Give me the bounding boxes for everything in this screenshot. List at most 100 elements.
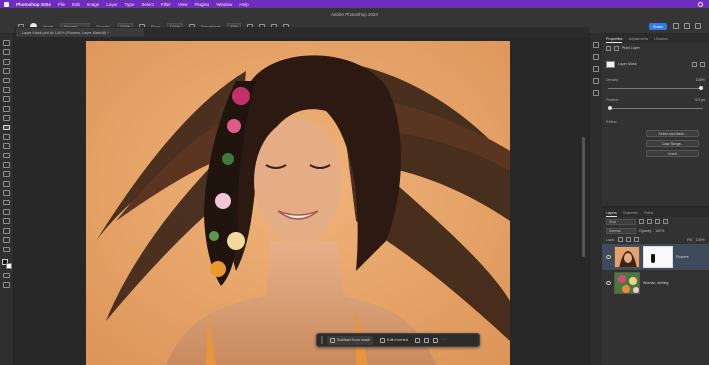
pixel-layer-icon[interactable]	[606, 45, 611, 51]
density-knob[interactable]	[699, 86, 703, 90]
select-and-mask-button[interactable]: Select and Mask...	[646, 130, 699, 137]
lock-label: Lock:	[606, 237, 615, 242]
color-range-button[interactable]: Color Range...	[646, 140, 699, 147]
menu-type[interactable]: Type	[125, 2, 135, 7]
subtract-from-mask-button[interactable]: Subtract from mask	[327, 335, 373, 345]
brush-icon	[379, 337, 385, 343]
zoom-tool-icon[interactable]	[3, 237, 10, 243]
clone-stamp-tool-icon[interactable]	[3, 133, 10, 140]
eraser-tool-icon[interactable]	[3, 152, 10, 159]
history-brush-tool-icon[interactable]	[3, 143, 10, 150]
menu-plugins[interactable]: Plugins	[195, 2, 210, 7]
mask-thumbnail[interactable]	[606, 60, 615, 68]
lock-pixels-icon[interactable]	[617, 237, 623, 242]
blur-tool-icon[interactable]	[3, 171, 10, 178]
path-selection-tool-icon[interactable]	[3, 209, 10, 215]
visibility-eye-icon[interactable]	[606, 281, 611, 285]
filter-type-icon[interactable]	[655, 219, 660, 224]
visibility-eye-icon[interactable]	[606, 255, 611, 259]
filter-adjustment-icon[interactable]	[647, 219, 652, 224]
type-tool-icon[interactable]	[3, 199, 10, 206]
control-center-icon[interactable]	[698, 1, 703, 7]
feather-label: Feather:	[606, 98, 620, 102]
tab-layers[interactable]: Layers	[606, 211, 617, 217]
document-canvas[interactable]	[86, 41, 510, 365]
layer-thumbnail	[614, 272, 640, 294]
menu-select[interactable]: Select	[141, 2, 154, 7]
more-tools-icon[interactable]	[3, 246, 10, 253]
gradient-tool-icon[interactable]	[3, 162, 10, 168]
fill-mask-icon[interactable]	[433, 337, 439, 343]
pen-tool-icon[interactable]	[3, 190, 10, 197]
menu-window[interactable]: Window	[216, 2, 232, 7]
frame-icon[interactable]	[695, 23, 701, 29]
color-swatches[interactable]	[1, 258, 12, 269]
menu-image[interactable]: Image	[87, 2, 100, 7]
workspace-icon[interactable]	[684, 23, 690, 29]
invert-mask-icon[interactable]	[424, 337, 430, 343]
lock-position-icon[interactable]	[625, 237, 631, 242]
brushes-icon[interactable]	[593, 66, 599, 72]
quick-mask-icon[interactable]	[3, 272, 10, 279]
menu-file[interactable]: File	[58, 2, 65, 7]
blend-mode-select[interactable]: Normal	[606, 227, 636, 234]
density-slider[interactable]	[608, 85, 703, 91]
object-selection-tool-icon[interactable]	[3, 77, 10, 84]
frame-tool-icon[interactable]	[3, 96, 10, 103]
crop-tool-icon[interactable]	[3, 86, 10, 93]
feather-slider[interactable]	[608, 105, 703, 111]
menu-layer[interactable]: Layer	[106, 2, 117, 7]
brush-tool-icon[interactable]	[3, 124, 10, 131]
info-icon[interactable]	[593, 90, 599, 96]
menu-edit[interactable]: Edit	[72, 2, 80, 7]
hand-tool-icon[interactable]	[3, 227, 10, 234]
top-right-icons	[673, 23, 701, 29]
search-icon[interactable]	[673, 23, 679, 29]
taskbar-grip[interactable]	[321, 336, 323, 344]
menu-filter[interactable]: Filter	[161, 2, 171, 7]
filter-pixel-icon[interactable]	[639, 219, 644, 224]
adjust-icon[interactable]	[593, 78, 599, 84]
apply-mask-icon[interactable]	[692, 61, 697, 67]
feather-row: Feather: 0.0 px	[602, 95, 709, 105]
feather-knob[interactable]	[608, 106, 612, 110]
layer-mask-thumbnail[interactable]	[643, 246, 673, 268]
density-track	[608, 88, 703, 89]
feather-value[interactable]: 0.0 px	[695, 98, 705, 102]
menu-help[interactable]: Help	[239, 2, 248, 7]
kind-filter-select[interactable]: Kind	[606, 218, 636, 225]
healing-brush-tool-icon[interactable]	[3, 115, 10, 121]
fill-value[interactable]: 100%	[696, 238, 705, 242]
vertical-scrollbar[interactable]	[582, 137, 585, 257]
history-icon[interactable]	[593, 42, 599, 48]
marquee-tool-icon[interactable]	[3, 58, 10, 65]
tab-paths[interactable]: Paths	[644, 211, 653, 217]
mask-options-icon[interactable]	[415, 337, 421, 343]
density-value[interactable]: 100%	[696, 78, 705, 82]
document-tab[interactable]: Layer Mask.psd @ 100% (Flowers, Layer Ma…	[16, 28, 144, 37]
edit-inverted-button[interactable]: Edit inverted	[377, 336, 411, 345]
dodge-tool-icon[interactable]	[3, 180, 10, 187]
menu-app-name[interactable]: Photoshop 2024	[16, 2, 51, 7]
vector-mask-icon[interactable]	[700, 61, 705, 67]
share-button[interactable]: Share	[649, 23, 667, 30]
rectangle-tool-icon[interactable]	[3, 218, 10, 225]
menu-view[interactable]: View	[178, 2, 188, 7]
tab-channels[interactable]: Channels	[623, 211, 638, 217]
move-tool-icon[interactable]	[3, 40, 10, 46]
layer-row-flowers[interactable]: Flowers	[602, 244, 709, 270]
layer-row-woman[interactable]: Woman, smiling	[602, 270, 709, 296]
background-color-swatch[interactable]	[5, 262, 12, 269]
lock-all-icon[interactable]	[633, 237, 639, 242]
apple-menu-icon[interactable]	[4, 1, 9, 7]
more-options-button[interactable]: ···	[442, 338, 447, 342]
layer-opacity-value[interactable]: 100%	[655, 229, 664, 233]
mask-icon[interactable]	[614, 45, 619, 51]
lasso-tool-icon[interactable]	[3, 68, 10, 74]
invert-button[interactable]: Invert	[646, 150, 699, 157]
artboard-tool-icon[interactable]	[3, 49, 10, 56]
comments-icon[interactable]	[593, 54, 599, 60]
eyedropper-tool-icon[interactable]	[3, 105, 10, 112]
filter-shape-icon[interactable]	[663, 219, 668, 224]
screen-mode-icon[interactable]	[3, 281, 10, 288]
